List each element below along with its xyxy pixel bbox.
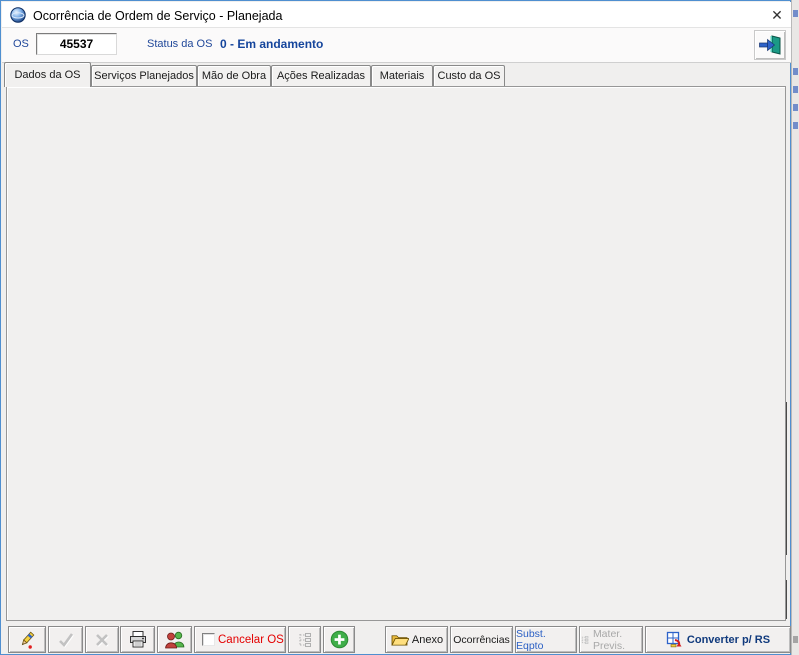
os-label: OS [13, 38, 29, 50]
background-window-sliver [791, 0, 799, 655]
os-number-field[interactable] [36, 33, 117, 55]
cancelar-os-panel: Cancelar OS [194, 626, 286, 653]
anexo-label: Anexo [411, 633, 444, 646]
users-button[interactable] [157, 626, 192, 653]
titlebar: Ocorrência de Ordem de Serviço - Planeja… [2, 2, 791, 28]
ocorrencias-label: Ocorrências [453, 633, 510, 646]
app-orb-icon [10, 7, 26, 23]
print-button[interactable] [120, 626, 155, 653]
mater-previs-label: Mater. Previs. [592, 627, 626, 652]
tree-view-icon [581, 635, 589, 644]
tab-dados-da-os[interactable]: Dados da OS [4, 62, 91, 87]
anexo-button[interactable]: Anexo [385, 626, 448, 653]
tab-mao-de-obra[interactable]: Mão de Obra [197, 65, 271, 86]
tab-servicos-planejados[interactable]: Serviços Planejados [91, 65, 197, 86]
add-button[interactable] [323, 626, 355, 653]
tab-materiais[interactable]: Materiais [371, 65, 433, 86]
header-bar: OS Status da OS 0 - Em andamento [2, 28, 791, 63]
convert-window-icon [666, 631, 682, 647]
tabpage-dados-da-os [6, 86, 786, 621]
open-folder-icon [391, 635, 409, 646]
exit-button[interactable] [754, 30, 786, 60]
status-label: Status da OS [147, 38, 213, 50]
printer-icon [129, 631, 146, 648]
cancelar-os-checkbox[interactable] [202, 633, 215, 646]
cancelar-os-label: Cancelar OS [218, 633, 284, 646]
close-icon[interactable]: ✕ [765, 5, 789, 26]
subst-eqpto-label: Subst. Eqpto [516, 627, 546, 652]
tab-custo-da-os[interactable]: Custo da OS [433, 65, 505, 86]
window-title: Ocorrência de Ordem de Serviço - Planeja… [33, 9, 283, 23]
confirm-button [48, 626, 83, 653]
mater-previs-button: Mater. Previs. [579, 626, 643, 653]
subst-eqpto-button[interactable]: Subst. Eqpto [515, 626, 577, 653]
status-value: 0 - Em andamento [220, 37, 324, 51]
window: Ocorrência de Ordem de Serviço - Planeja… [0, 0, 791, 655]
people-icon [164, 631, 184, 649]
cancel-x-icon [96, 633, 109, 647]
tree-button [288, 626, 321, 653]
tab-acoes-realizadas[interactable]: Ações Realizadas [271, 65, 371, 86]
converter-rs-button[interactable]: Converter p/ RS [645, 626, 791, 653]
edit-pencil-icon [21, 631, 35, 649]
exit-door-icon [759, 35, 781, 55]
edit-button[interactable] [8, 626, 46, 653]
screen: Ocorrência de Ordem de Serviço - Planeja… [0, 0, 799, 655]
confirm-check-icon [58, 632, 74, 648]
converter-rs-label: Converter p/ RS [686, 633, 771, 646]
cancel-button [85, 626, 119, 653]
add-plus-icon [330, 630, 348, 649]
tree-view-icon [299, 632, 311, 647]
ocorrencias-button[interactable]: Ocorrências [450, 626, 513, 653]
